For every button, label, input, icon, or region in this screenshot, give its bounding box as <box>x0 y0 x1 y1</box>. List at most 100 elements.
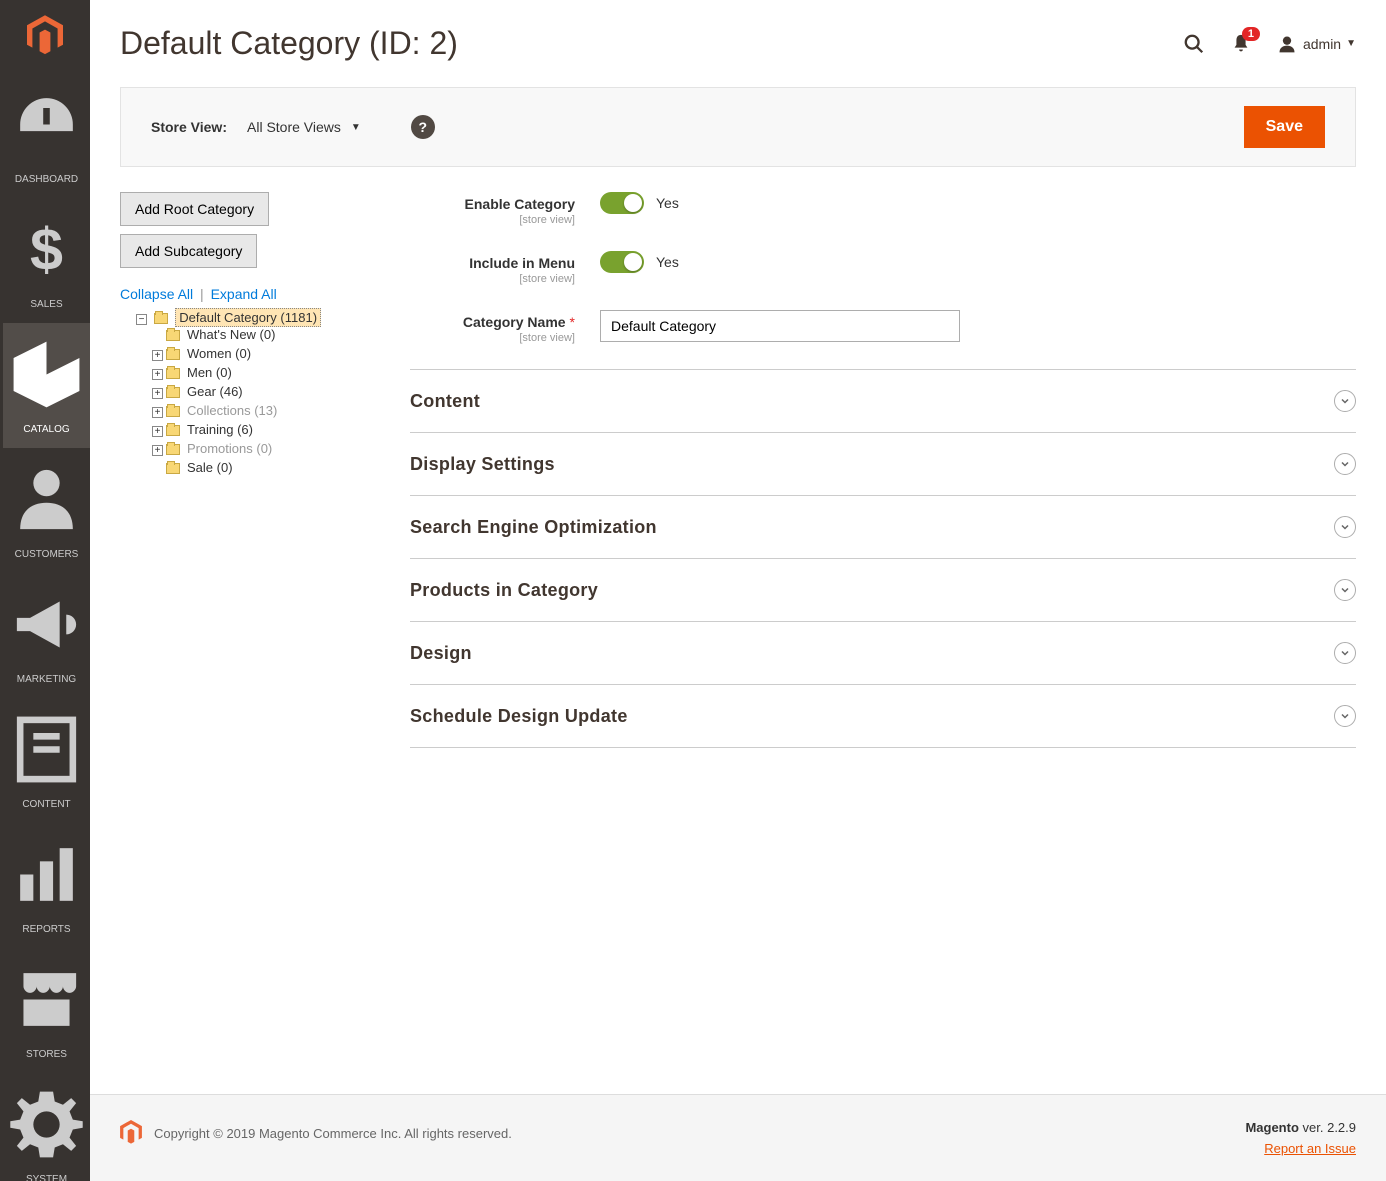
tree-collapse-icon[interactable]: − <box>136 314 147 325</box>
include-in-menu-label: Include in Menu <box>469 255 575 271</box>
include-in-menu-scope: [store view] <box>410 273 575 285</box>
dollar-icon: $ <box>7 210 86 295</box>
tree-expand-icon[interactable]: + <box>152 369 163 380</box>
nav-item-catalog[interactable]: CATALOG <box>0 323 90 448</box>
nav-label: STORES <box>7 1049 86 1061</box>
nav-item-content[interactable]: CONTENT <box>0 698 90 823</box>
tree-expand-icon[interactable]: + <box>152 388 163 399</box>
add-subcategory-button[interactable]: Add Subcategory <box>120 234 257 268</box>
tree-item: + Gear (46) <box>152 382 380 401</box>
tree-expand-icon[interactable]: + <box>152 445 163 456</box>
page-header: Default Category (ID: 2) 1 admin ▼ <box>90 0 1386 77</box>
tree-item-label[interactable]: Women (0) <box>184 345 254 362</box>
copyright-text: Copyright © 2019 Magento Commerce Inc. A… <box>154 1126 512 1141</box>
nav-label: CONTENT <box>7 799 86 811</box>
accordion-title: Schedule Design Update <box>410 706 628 727</box>
megaphone-icon <box>7 585 86 670</box>
chevron-down-icon <box>1334 579 1356 601</box>
nav-item-marketing[interactable]: MARKETING <box>0 573 90 698</box>
nav-item-stores[interactable]: STORES <box>0 948 90 1073</box>
help-icon[interactable]: ? <box>411 115 435 139</box>
accordion-section-search-engine-optimization[interactable]: Search Engine Optimization <box>410 495 1356 558</box>
enable-category-field: Enable Category [store view] Yes <box>410 192 1356 226</box>
accordion-sections: Content Display Settings Search Engine Opt… <box>410 369 1356 748</box>
accordion-title: Display Settings <box>410 454 555 475</box>
collapse-all-link[interactable]: Collapse All <box>120 286 193 302</box>
nav-label: DASHBOARD <box>7 174 86 186</box>
accordion-section-content[interactable]: Content <box>410 369 1356 432</box>
tree-expand-icon[interactable]: + <box>152 407 163 418</box>
chevron-down-icon <box>1334 390 1356 412</box>
category-tree-panel: Add Root Category Add Subcategory Collap… <box>120 192 380 1054</box>
tree-item: Sale (0) <box>152 458 380 477</box>
tree-item-label[interactable]: Training (6) <box>184 421 256 438</box>
folder-icon <box>166 368 180 379</box>
report-issue-link[interactable]: Report an Issue <box>1264 1141 1356 1156</box>
notification-badge: 1 <box>1242 27 1260 41</box>
nav-label: MARKETING <box>7 674 86 686</box>
nav-item-sales[interactable]: $ SALES <box>0 198 90 323</box>
tree-controls: Collapse All | Expand All <box>120 286 380 302</box>
gear-icon <box>7 1085 86 1170</box>
chevron-down-icon <box>1334 705 1356 727</box>
tree-item-label[interactable]: Promotions (0) <box>184 440 275 457</box>
accordion-title: Products in Category <box>410 580 598 601</box>
nav-label: REPORTS <box>7 924 86 936</box>
nav-label: SALES <box>7 299 86 311</box>
tree-item-label[interactable]: Sale (0) <box>184 459 236 476</box>
nav-label: CATALOG <box>7 424 86 436</box>
tree-item-label[interactable]: Men (0) <box>184 364 235 381</box>
folder-icon <box>166 406 180 417</box>
storeview-selector[interactable]: All Store Views ▼ <box>247 119 361 135</box>
accordion-section-schedule-design-update[interactable]: Schedule Design Update <box>410 684 1356 747</box>
dashboard-icon <box>7 85 86 170</box>
accordion-title: Content <box>410 391 480 412</box>
nav-item-dashboard[interactable]: DASHBOARD <box>0 73 90 198</box>
magento-logo[interactable] <box>0 0 90 73</box>
include-in-menu-toggle[interactable] <box>600 251 644 273</box>
person-icon <box>7 460 86 545</box>
notifications-icon[interactable]: 1 <box>1230 33 1252 55</box>
store-icon <box>7 960 86 1045</box>
search-icon[interactable] <box>1183 33 1205 55</box>
tree-expand-icon[interactable]: + <box>152 426 163 437</box>
page-icon <box>7 710 86 795</box>
folder-icon <box>166 444 180 455</box>
tree-item: + Training (6) <box>152 420 380 439</box>
username: admin <box>1303 36 1341 52</box>
chevron-down-icon <box>1334 642 1356 664</box>
main-content: Default Category (ID: 2) 1 admin ▼ Store… <box>90 0 1386 1181</box>
chevron-down-icon <box>1334 453 1356 475</box>
accordion-section-products-in-category[interactable]: Products in Category <box>410 558 1356 621</box>
storeview-label: Store View: <box>151 119 227 135</box>
tree-item-label[interactable]: What's New (0) <box>184 326 278 343</box>
chevron-down-icon <box>1334 516 1356 538</box>
nav-item-system[interactable]: SYSTEM <box>0 1073 90 1181</box>
magento-logo-small <box>120 1120 142 1147</box>
accordion-section-display-settings[interactable]: Display Settings <box>410 432 1356 495</box>
accordion-section-design[interactable]: Design <box>410 621 1356 684</box>
nav-item-customers[interactable]: CUSTOMERS <box>0 448 90 573</box>
folder-icon <box>166 387 180 398</box>
tree-item: + Promotions (0) <box>152 439 380 458</box>
add-root-category-button[interactable]: Add Root Category <box>120 192 269 226</box>
admin-user-menu[interactable]: admin ▼ <box>1277 34 1356 54</box>
category-form: Enable Category [store view] Yes Include… <box>410 192 1356 1054</box>
app-version: ver. 2.2.9 <box>1299 1120 1356 1135</box>
folder-icon <box>166 463 180 474</box>
chevron-down-icon: ▼ <box>351 122 361 133</box>
enable-category-toggle[interactable] <box>600 192 644 214</box>
tree-item-label[interactable]: Gear (46) <box>184 383 246 400</box>
tree-item-label[interactable]: Collections (13) <box>184 402 280 419</box>
storeview-bar: Store View: All Store Views ▼ ? Save <box>120 87 1356 167</box>
chevron-down-icon: ▼ <box>1346 38 1356 49</box>
enable-category-label: Enable Category <box>465 196 575 212</box>
enable-category-value: Yes <box>656 195 679 211</box>
save-button[interactable]: Save <box>1244 106 1325 148</box>
tree-expand-icon[interactable]: + <box>152 350 163 361</box>
accordion-title: Search Engine Optimization <box>410 517 657 538</box>
expand-all-link[interactable]: Expand All <box>211 286 277 302</box>
category-name-input[interactable] <box>600 310 960 342</box>
nav-item-reports[interactable]: REPORTS <box>0 823 90 948</box>
box-icon <box>7 335 86 420</box>
